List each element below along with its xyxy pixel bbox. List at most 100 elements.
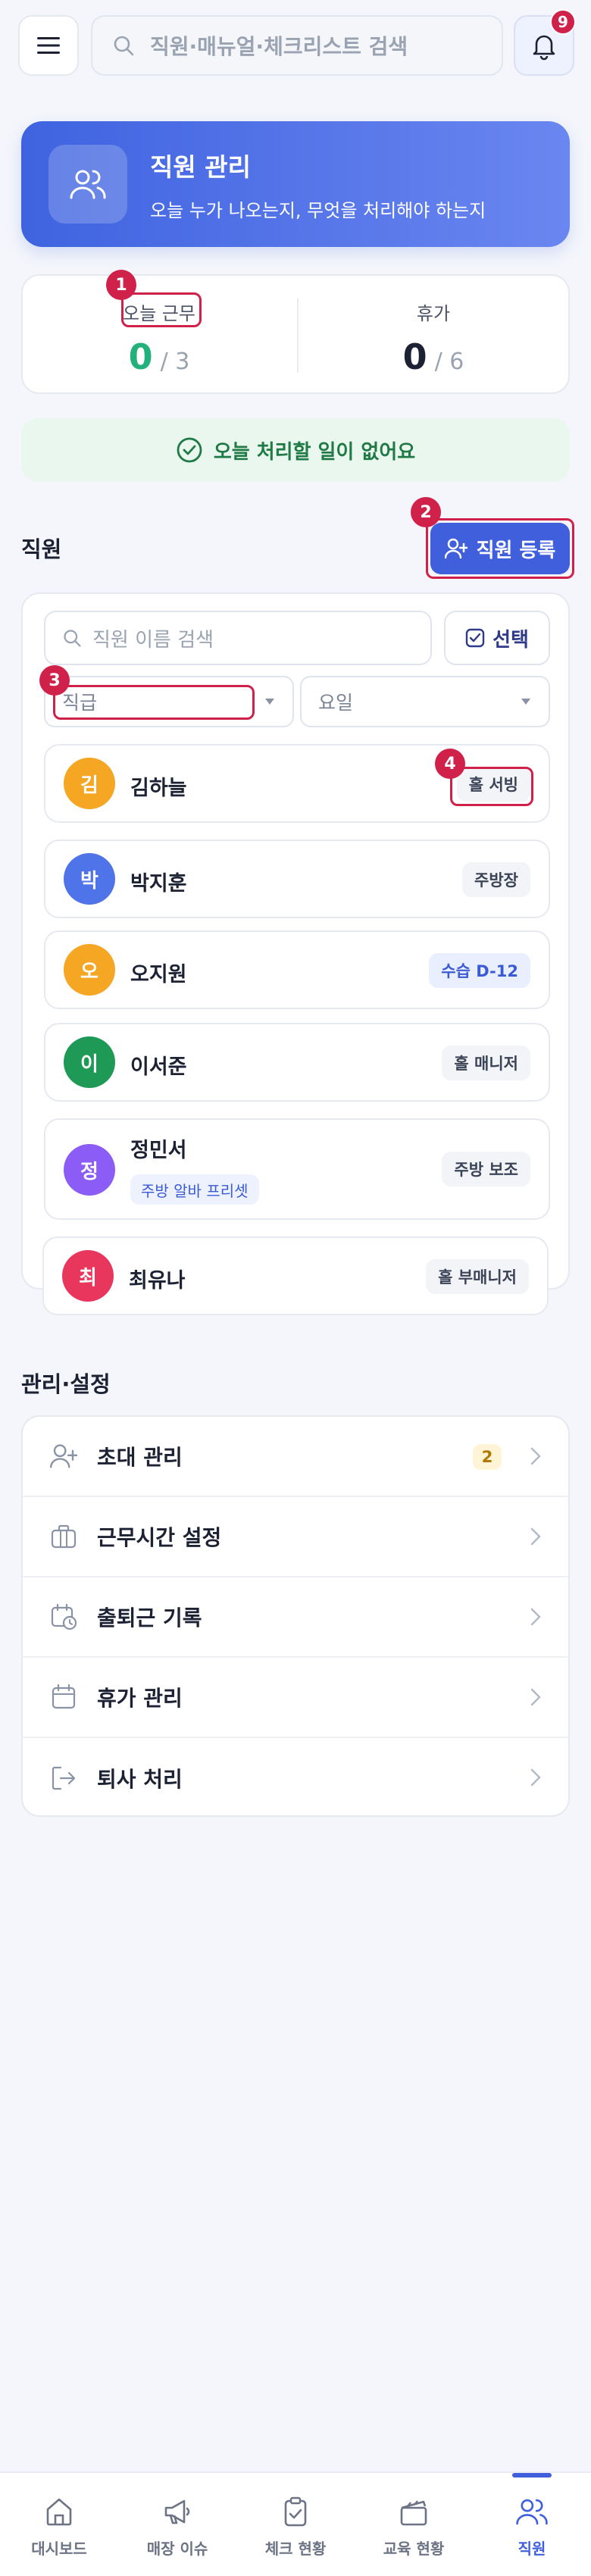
select-mode-label: 선택 [492, 628, 529, 652]
chevron-right-icon [530, 1608, 541, 1626]
role-badge: 주방장 [462, 862, 530, 897]
staff-search-placeholder: 직원 이름 검색 [92, 628, 214, 652]
hero-icon-box [48, 145, 127, 224]
settings-list: 초대 관리 2 근무시간 설정 출퇴근 기록 휴가 관리 퇴사 처리 [21, 1415, 570, 1817]
staff-name: 김하늘 [130, 777, 187, 800]
attendance-stats-card: 오늘 근무 0 / 3 휴가 0 / 6 [21, 274, 570, 394]
settings-item-label: 휴가 관리 [97, 1686, 183, 1711]
nav-store-issues[interactable]: 매장 이슈 [118, 2473, 236, 2576]
clapperboard-icon [400, 2500, 427, 2526]
day-filter-dropdown[interactable]: 요일 [300, 676, 550, 727]
settings-item-label: 출퇴근 기록 [97, 1605, 202, 1630]
nav-label: 직원 [518, 2540, 546, 2558]
staff-section-title: 직원 [21, 536, 62, 562]
invite-count-badge: 2 [473, 1444, 502, 1470]
global-search-input[interactable]: 직원·매뉴얼·체크리스트 검색 [91, 15, 503, 76]
annotation-number-1: 1 [106, 270, 136, 300]
role-badge: 주방 보조 [442, 1152, 530, 1186]
avatar: 정 [64, 1144, 115, 1196]
settings-item-label: 근무시간 설정 [97, 1525, 222, 1550]
nav-label: 체크 현황 [264, 2540, 327, 2558]
bottom-navigation: 대시보드 매장 이슈 체크 현황 교육 현황 직원 [0, 2471, 591, 2576]
leave-value: 0 [402, 336, 427, 377]
settings-item-work-hours[interactable]: 근무시간 설정 [23, 1497, 568, 1577]
check-circle-icon [177, 437, 202, 463]
settings-item-attendance[interactable]: 출퇴근 기록 [23, 1577, 568, 1658]
search-icon [114, 36, 134, 56]
no-tasks-banner: 오늘 처리할 일이 없어요 [21, 418, 570, 482]
clipboard-check-icon [284, 2496, 307, 2527]
annotation-number-4: 4 [435, 749, 465, 779]
role-badge: 홀 부매니저 [426, 1259, 529, 1294]
annotation-number-2: 2 [411, 497, 441, 527]
nav-label: 매장 이슈 [146, 2540, 208, 2558]
staff-name: 이서준 [130, 1055, 187, 1079]
user-plus-icon [50, 1444, 77, 1468]
staff-search-input[interactable]: 직원 이름 검색 [44, 611, 432, 665]
avatar: 박 [64, 853, 115, 905]
home-icon [46, 2498, 72, 2526]
staff-name: 최유나 [129, 1269, 186, 1293]
global-search-placeholder: 직원·매뉴얼·체크리스트 검색 [150, 34, 408, 59]
leave-stat[interactable]: 휴가 0 / 6 [297, 276, 570, 395]
nav-dashboard[interactable]: 대시보드 [0, 2473, 118, 2576]
avatar: 오 [64, 944, 115, 996]
today-work-value: 0 [128, 336, 153, 377]
settings-item-leave[interactable]: 휴가 관리 [23, 1658, 568, 1738]
nav-label: 대시보드 [31, 2540, 87, 2558]
nav-staff[interactable]: 직원 [473, 2473, 591, 2576]
search-icon [64, 630, 81, 647]
nav-check-status[interactable]: 체크 현황 [236, 2473, 355, 2576]
avatar: 최 [62, 1250, 114, 1302]
staff-row[interactable]: 박 박지훈 주방장 [44, 839, 550, 918]
staff-row[interactable]: 정 정민서 주방 알바 프리셋 주방 보조 [44, 1118, 550, 1220]
hamburger-icon [37, 37, 60, 54]
chevron-right-icon [530, 1688, 541, 1706]
annotation-box-4 [450, 767, 533, 806]
calendar-clock-icon [51, 1603, 77, 1630]
staff-name: 오지원 [130, 963, 187, 986]
nav-label: 교육 현황 [383, 2540, 445, 2558]
settings-section-title: 관리·설정 [21, 1371, 111, 1397]
staff-name: 박지훈 [130, 872, 187, 896]
menu-button[interactable] [18, 15, 79, 76]
role-badge: 홀 매니저 [442, 1046, 530, 1080]
staff-name: 정민서 [130, 1139, 187, 1162]
today-work-total: / 3 [160, 349, 190, 375]
hero-subtitle: 오늘 누가 나오는지, 무엇을 처리해야 하는지 [150, 199, 486, 221]
avatar: 김 [64, 758, 115, 809]
chevron-right-icon [530, 1768, 541, 1787]
chevron-right-icon [530, 1527, 541, 1546]
logout-icon [52, 1766, 76, 1790]
role-badge: 수습 D-12 [429, 953, 530, 988]
staff-row[interactable]: 이 이서준 홀 매니저 [44, 1023, 550, 1102]
briefcase-icon [51, 1524, 77, 1549]
chevron-down-icon [265, 699, 274, 705]
bell-icon [533, 35, 555, 61]
annotation-box-2 [426, 518, 574, 579]
preset-badge: 주방 알바 프리셋 [130, 1174, 259, 1205]
leave-label: 휴가 [416, 303, 451, 324]
calendar-icon [52, 1683, 76, 1709]
chevron-down-icon [521, 699, 530, 705]
checkbox-icon [465, 628, 485, 648]
avatar: 이 [64, 1036, 115, 1088]
select-mode-button[interactable]: 선택 [444, 611, 550, 665]
settings-item-label: 퇴사 처리 [97, 1767, 183, 1792]
annotation-box-1 [121, 292, 202, 327]
no-tasks-text: 오늘 처리할 일이 없어요 [213, 440, 416, 464]
annotation-box-3 [53, 685, 255, 720]
staff-row[interactable]: 최 최유나 홀 부매니저 [42, 1236, 549, 1315]
staff-row[interactable]: 오 오지원 수습 D-12 [44, 930, 550, 1009]
leave-total: / 6 [434, 349, 464, 375]
chevron-right-icon [530, 1447, 541, 1465]
nav-training-status[interactable]: 교육 현황 [355, 2473, 473, 2576]
settings-item-invites[interactable]: 초대 관리 2 [23, 1417, 568, 1497]
settings-item-resignation[interactable]: 퇴사 처리 [23, 1738, 568, 1815]
settings-item-label: 초대 관리 [97, 1445, 183, 1470]
users-icon [516, 2499, 548, 2525]
megaphone-icon [164, 2499, 190, 2524]
users-icon [70, 170, 106, 199]
notification-count-badge: 9 [550, 9, 576, 35]
annotation-number-3: 3 [39, 665, 70, 696]
